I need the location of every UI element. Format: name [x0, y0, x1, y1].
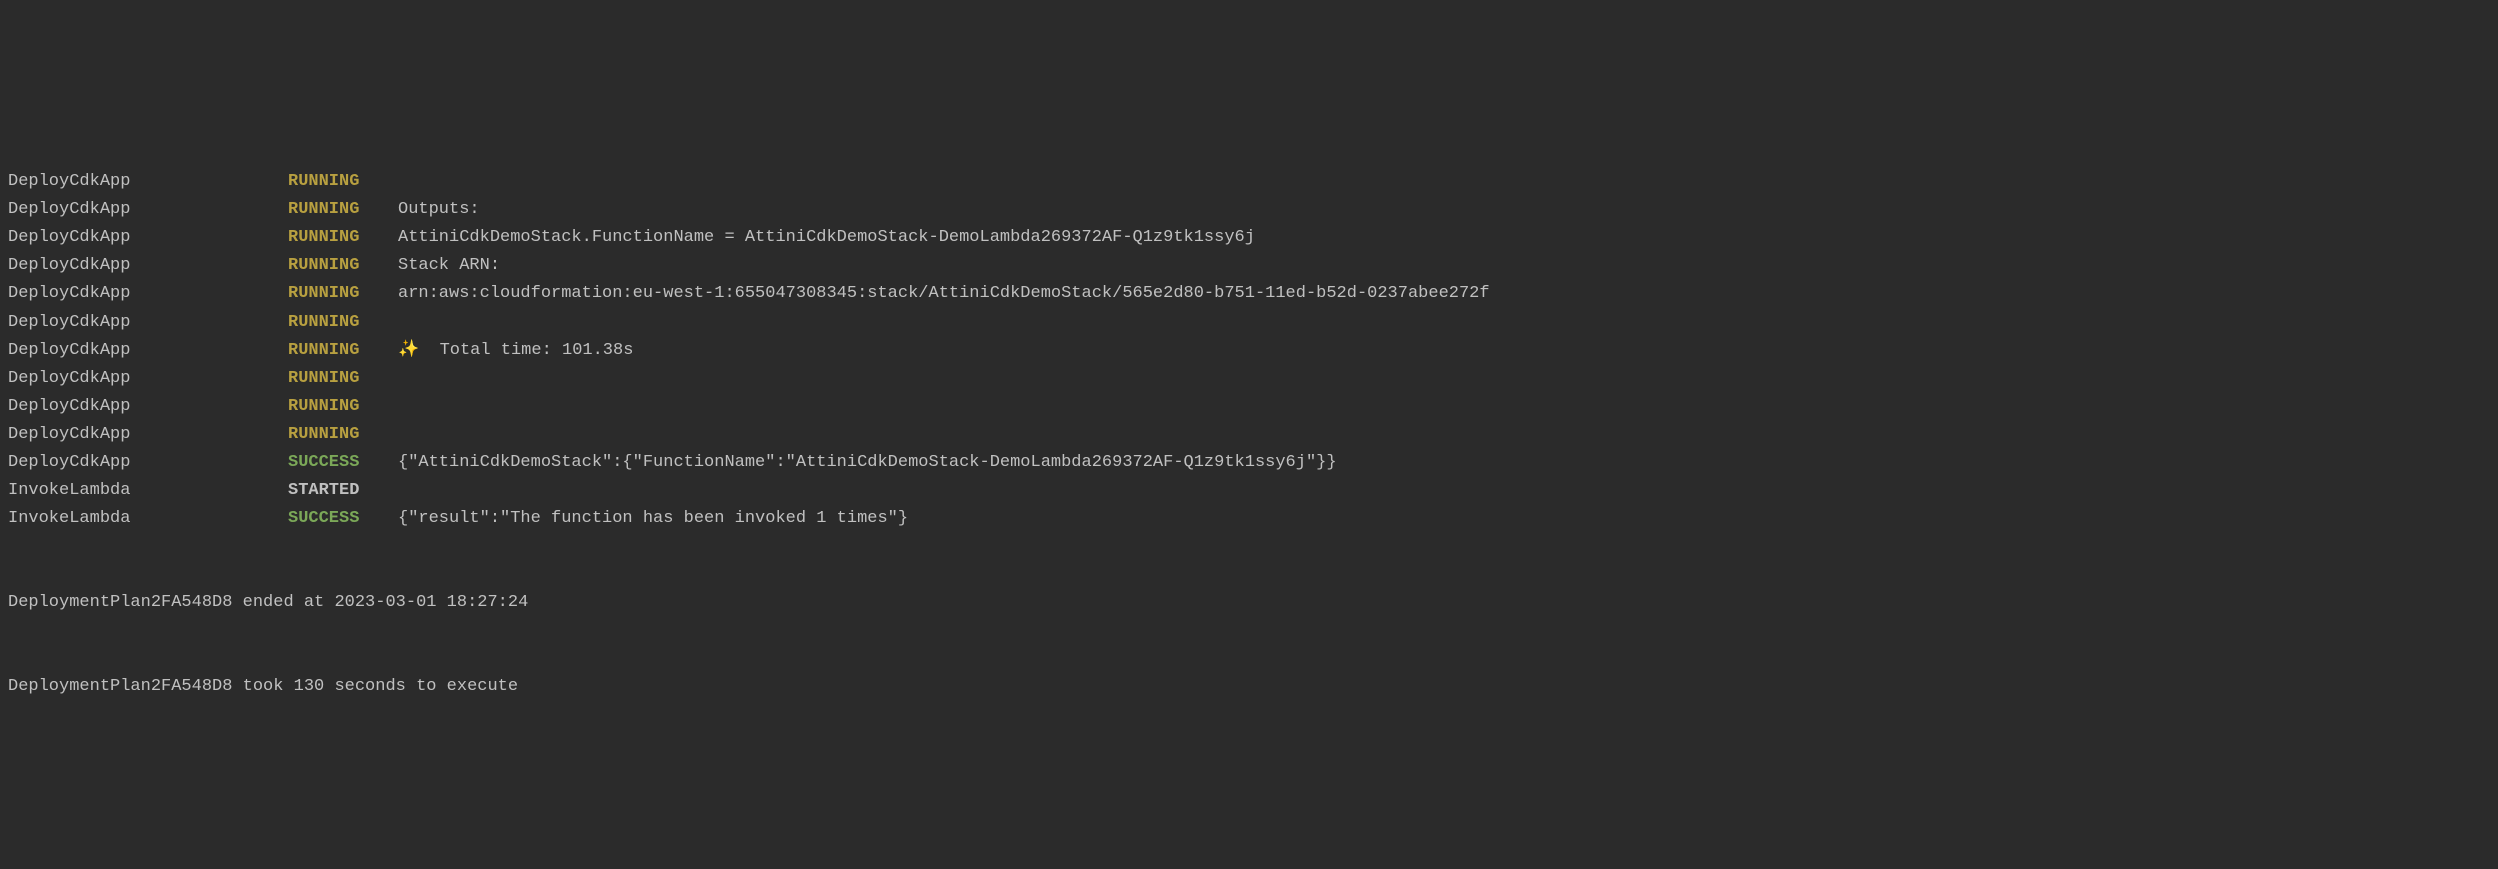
terminal-output: DeployCdkAppRUNNINGDeployCdkAppRUNNINGOu…: [0, 112, 2498, 729]
task-name: DeployCdkApp: [8, 280, 288, 308]
log-line: DeployCdkAppRUNNINGAttiniCdkDemoStack.Fu…: [8, 224, 2490, 252]
task-status: RUNNING: [288, 280, 398, 308]
task-status: RUNNING: [288, 168, 398, 196]
task-name: DeployCdkApp: [8, 393, 288, 421]
task-status: RUNNING: [288, 224, 398, 252]
log-line: DeployCdkAppRUNNINGStack ARN:: [8, 252, 2490, 280]
task-name: DeployCdkApp: [8, 365, 288, 393]
task-message: Stack ARN:: [398, 252, 500, 280]
footer-duration: DeploymentPlan2FA548D8 took 130 seconds …: [8, 673, 2490, 701]
task-name: DeployCdkApp: [8, 449, 288, 477]
task-status: RUNNING: [288, 337, 398, 365]
task-name: DeployCdkApp: [8, 168, 288, 196]
task-message: arn:aws:cloudformation:eu-west-1:6550473…: [398, 280, 1490, 308]
task-name: DeployCdkApp: [8, 337, 288, 365]
task-message: Outputs:: [398, 196, 480, 224]
task-status: RUNNING: [288, 196, 398, 224]
log-line: DeployCdkAppRUNNING: [8, 365, 2490, 393]
task-status: RUNNING: [288, 421, 398, 449]
task-name: InvokeLambda: [8, 477, 288, 505]
task-name: InvokeLambda: [8, 505, 288, 533]
log-line: DeployCdkAppRUNNING: [8, 421, 2490, 449]
log-lines-container: DeployCdkAppRUNNINGDeployCdkAppRUNNINGOu…: [8, 168, 2490, 533]
log-line: DeployCdkAppRUNNING: [8, 309, 2490, 337]
task-message: ✨ Total time: 101.38s: [398, 337, 633, 365]
task-name: DeployCdkApp: [8, 252, 288, 280]
log-line: DeployCdkAppRUNNINGarn:aws:cloudformatio…: [8, 280, 2490, 308]
task-status: SUCCESS: [288, 505, 398, 533]
task-status: RUNNING: [288, 365, 398, 393]
footer-ended-at: DeploymentPlan2FA548D8 ended at 2023-03-…: [8, 589, 2490, 617]
task-message: {"result":"The function has been invoked…: [398, 505, 908, 533]
task-status: SUCCESS: [288, 449, 398, 477]
log-line: DeployCdkAppRUNNINGOutputs:: [8, 196, 2490, 224]
task-message: {"AttiniCdkDemoStack":{"FunctionName":"A…: [398, 449, 1337, 477]
task-name: DeployCdkApp: [8, 421, 288, 449]
task-status: RUNNING: [288, 393, 398, 421]
task-status: RUNNING: [288, 252, 398, 280]
task-name: DeployCdkApp: [8, 224, 288, 252]
task-status: STARTED: [288, 477, 398, 505]
log-line: InvokeLambdaSTARTED: [8, 477, 2490, 505]
task-name: DeployCdkApp: [8, 309, 288, 337]
log-line: DeployCdkAppRUNNING: [8, 168, 2490, 196]
log-line: InvokeLambdaSUCCESS{"result":"The functi…: [8, 505, 2490, 533]
log-line: DeployCdkAppSUCCESS{"AttiniCdkDemoStack"…: [8, 449, 2490, 477]
task-status: RUNNING: [288, 309, 398, 337]
log-line: DeployCdkAppRUNNING✨ Total time: 101.38s: [8, 337, 2490, 365]
log-line: DeployCdkAppRUNNING: [8, 393, 2490, 421]
task-name: DeployCdkApp: [8, 196, 288, 224]
task-message: AttiniCdkDemoStack.FunctionName = Attini…: [398, 224, 1255, 252]
